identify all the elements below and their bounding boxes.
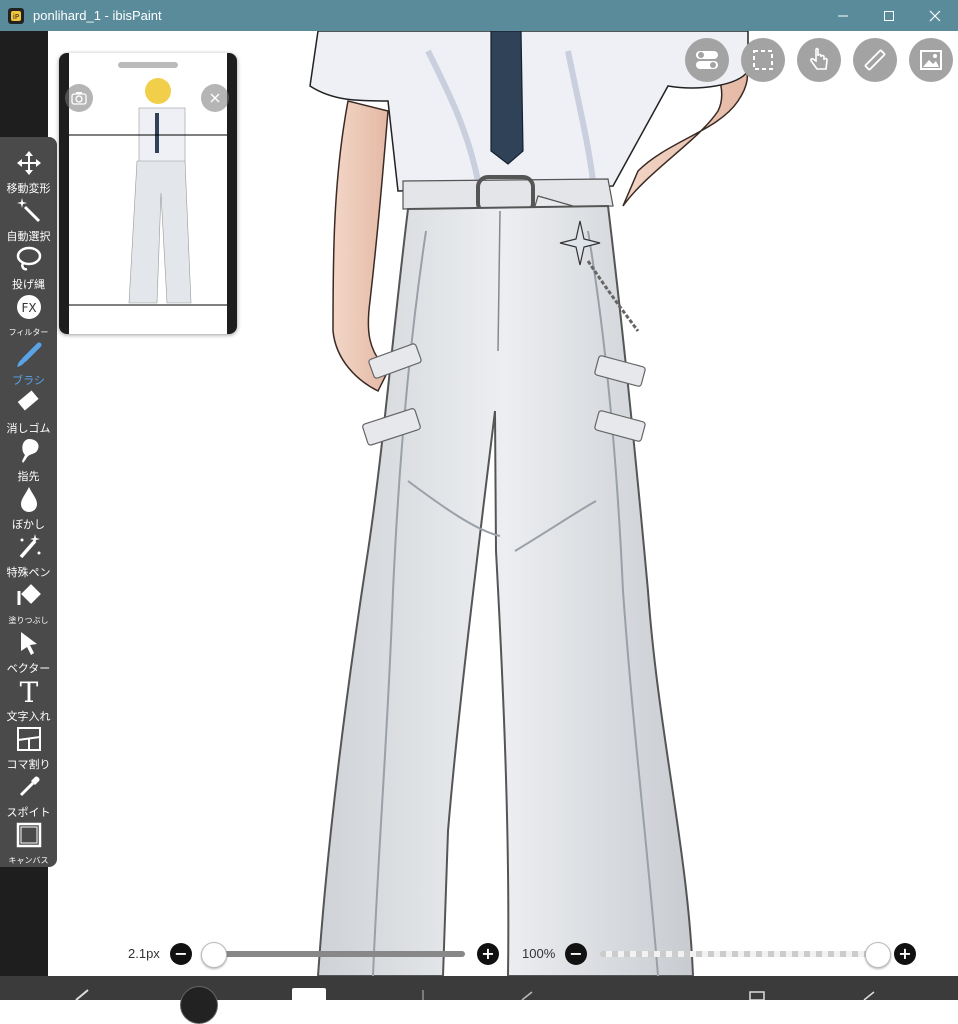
tool-canvas[interactable]: キャンバス [0, 817, 57, 865]
opacity-decrease-button[interactable]: − [565, 943, 587, 965]
ruler-button[interactable] [853, 38, 897, 82]
title-bar: iP ponlihard_1 - ibisPaint [0, 0, 958, 31]
plus-icon: + [481, 944, 495, 963]
undo-icon[interactable] [520, 990, 534, 1000]
tool-vector[interactable]: ベクター [0, 625, 57, 675]
reference-image-button[interactable] [909, 38, 953, 82]
tool-text[interactable]: T 文字入れ [0, 673, 57, 723]
minimize-button[interactable] [820, 0, 866, 31]
sparkle-pen-icon [15, 529, 43, 565]
bottom-toolbar [0, 976, 958, 1024]
dashed-selection-icon [753, 50, 773, 70]
toggle-switch-icon [696, 51, 718, 69]
brush-size-increase-button[interactable]: + [477, 943, 499, 965]
layer-toggle-button[interactable] [685, 38, 729, 82]
layers-icon[interactable] [748, 990, 768, 1000]
brush-size-slider[interactable] [210, 951, 465, 957]
lasso-icon [15, 241, 43, 277]
tool-eraser[interactable]: 消しゴム [0, 385, 57, 435]
color-swatch[interactable] [292, 988, 326, 1008]
eraser-icon [15, 385, 43, 421]
text-icon: T [15, 673, 43, 709]
plus-icon: + [898, 944, 912, 963]
layer-divider-icon [422, 990, 424, 1000]
brush-icon [15, 337, 43, 373]
close-icon [210, 93, 220, 103]
eyedropper-icon [15, 769, 43, 805]
panel-icon [15, 721, 43, 757]
close-button[interactable] [912, 0, 958, 31]
brush-size-decrease-button[interactable]: − [170, 943, 192, 965]
window-title: ponlihard_1 - ibisPaint [33, 8, 162, 23]
maximize-icon [884, 10, 894, 21]
tool-special-pen[interactable]: 特殊ペン [0, 529, 57, 579]
tool-move-transform[interactable]: 移動変形 [0, 145, 57, 195]
hand-pointer-icon [810, 47, 828, 70]
camera-icon [71, 92, 87, 105]
arrow-cursor-icon [15, 625, 43, 661]
fx-icon: FX [15, 289, 43, 325]
tool-smudge[interactable]: 指先 [0, 433, 57, 483]
tool-fill[interactable]: 塗りつぶし [0, 577, 57, 625]
image-icon [920, 50, 942, 70]
magic-wand-icon [15, 193, 43, 229]
opacity-slider-handle[interactable] [865, 942, 891, 968]
tool-lasso[interactable]: 投げ縄 [0, 241, 57, 291]
minimize-icon [838, 15, 848, 16]
brush-color-swatch[interactable] [180, 986, 218, 1024]
touch-button[interactable] [797, 38, 841, 82]
brush-size-slider-handle[interactable] [201, 942, 227, 968]
back-icon[interactable] [862, 990, 876, 1000]
minus-icon: − [174, 944, 188, 963]
navigator-preview[interactable] [59, 53, 237, 334]
tool-palette: 移動変形 自動選択 投げ縄 FX フィルター ブラシ 消しゴム 指先 ぼかし 特殊ペン 塗りつぶしベ… [0, 137, 57, 867]
drop-icon [15, 481, 43, 517]
tool-frame-divider[interactable]: コマ割り [0, 721, 57, 771]
bucket-icon [15, 577, 43, 613]
ruler-icon [864, 49, 886, 71]
tool-eyedropper[interactable]: スポイト [0, 769, 57, 819]
tool-brush[interactable]: ブラシ [0, 337, 57, 387]
svg-text:T: T [19, 677, 38, 705]
finger-icon [15, 433, 43, 469]
opacity-increase-button[interactable]: + [894, 943, 916, 965]
ibispaint-logo-icon: iP [8, 7, 24, 24]
brush-size-label: 2.1px [128, 946, 160, 961]
svg-text:FX: FX [21, 301, 36, 315]
tool-label: キャンバス [8, 856, 49, 865]
navigator-camera-button[interactable] [65, 84, 93, 112]
canvas-icon [15, 817, 43, 853]
selection-button[interactable] [741, 38, 785, 82]
move-icon [15, 145, 43, 181]
tool-auto-select[interactable]: 自動選択 [0, 193, 57, 243]
navigator-close-button[interactable] [201, 84, 229, 112]
opacity-slider[interactable] [600, 951, 880, 957]
opacity-label: 100% [522, 946, 556, 961]
tool-filter[interactable]: FX フィルター [0, 289, 57, 337]
close-icon [929, 10, 941, 21]
tool-blur[interactable]: ぼかし [0, 481, 57, 531]
svg-text:iP: iP [13, 13, 19, 21]
navigator-drag-handle[interactable] [118, 62, 178, 68]
minus-icon: − [569, 944, 583, 963]
maximize-button[interactable] [866, 0, 912, 31]
brush-settings-icon[interactable] [74, 988, 98, 1000]
